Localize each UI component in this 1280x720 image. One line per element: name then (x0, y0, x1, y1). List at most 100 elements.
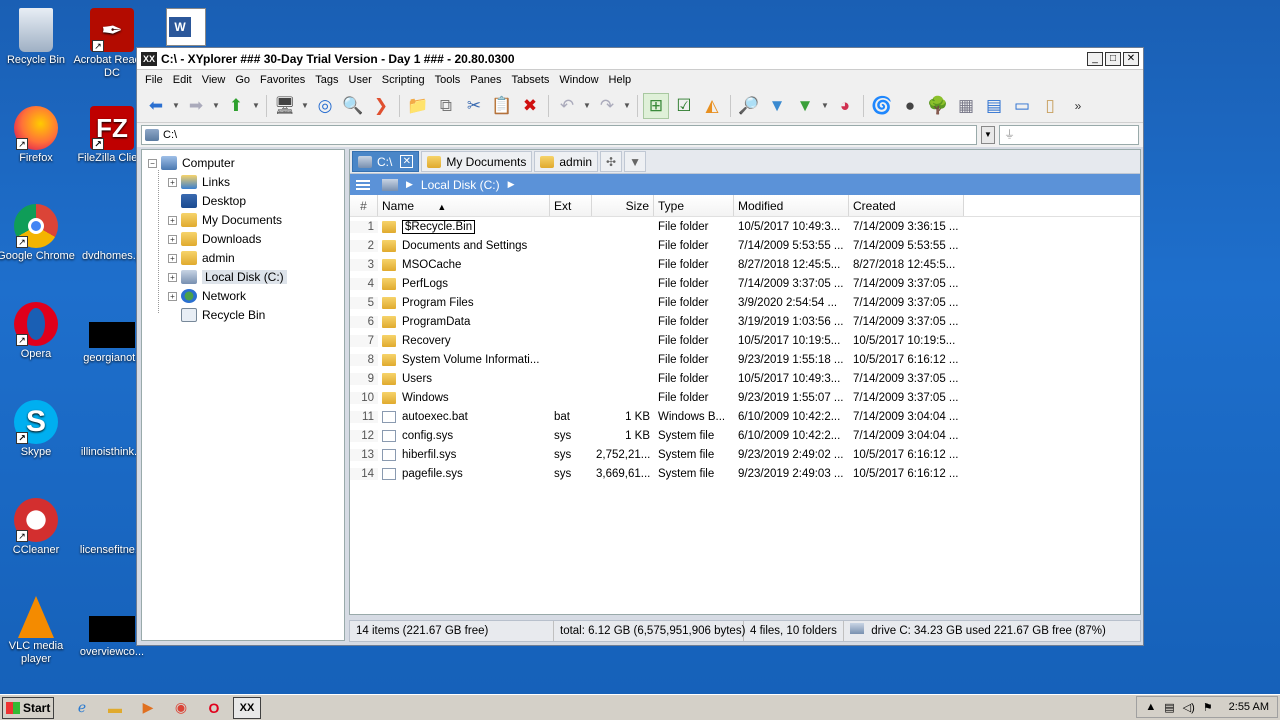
tree-icon[interactable]: 🌳 (925, 93, 951, 119)
hamburger-menu-icon[interactable] (356, 179, 370, 190)
expand-icon[interactable]: + (168, 291, 177, 301)
volume-icon[interactable]: ◁) (1183, 701, 1195, 714)
table-row[interactable]: 3 MSOCache File folder 8/27/2018 12:45:5...… (350, 255, 1140, 274)
table-row[interactable]: 8 System Volume Informati... File folder 9/… (350, 350, 1140, 369)
desktop-icon-opera[interactable]: ↗ Opera (0, 302, 76, 361)
table-row[interactable]: 10 Windows File folder 9/23/2019 1:55:07 ..… (350, 388, 1140, 407)
redo-dropdown-icon[interactable]: ▼ (622, 93, 632, 119)
file-name[interactable]: PerfLogs (378, 277, 550, 290)
menu-view[interactable]: View (198, 74, 232, 86)
up-arrow-icon[interactable]: ⬆ (223, 93, 249, 119)
tree-item-local-disk[interactable]: + Local Disk (C:) (168, 268, 287, 286)
copy-icon[interactable]: ⧉ (433, 93, 459, 119)
desktop-icon-firefox[interactable]: ↗ Firefox (0, 106, 76, 165)
forward-dropdown-icon[interactable]: ▼ (211, 93, 221, 119)
forward-arrow-icon[interactable]: ➡ (183, 93, 209, 119)
breadcrumb-chevron-icon[interactable]: ▶ (406, 179, 413, 190)
chrome-taskbar-icon[interactable]: ◉ (167, 697, 195, 719)
address-input[interactable]: C:\ (141, 125, 977, 145)
paste-icon[interactable]: 📋 (489, 93, 515, 119)
filter-dropdown-icon[interactable]: ▼ (820, 93, 830, 119)
collapse-icon[interactable]: − (148, 158, 157, 168)
pizza-icon[interactable]: ◭ (699, 93, 725, 119)
table-row[interactable]: 14 pagefile.sys sys 3,669,61... System file 9… (350, 464, 1140, 483)
search-circle-icon[interactable]: 🔍 (340, 93, 366, 119)
tab-close-icon[interactable]: ✕ (400, 155, 414, 168)
menu-favorites[interactable]: Favorites (256, 74, 311, 86)
tab-admin[interactable]: admin (534, 151, 599, 172)
media-player-icon[interactable]: ▶ (134, 697, 162, 719)
new-tab-icon[interactable]: ✣ (600, 151, 623, 172)
filter-icon[interactable]: ▼ (764, 93, 790, 119)
delete-icon[interactable]: ✖ (517, 93, 543, 119)
table-row[interactable]: 13 hiberfil.sys sys 2,752,21... System file 9… (350, 445, 1140, 464)
undo-dropdown-icon[interactable]: ▼ (582, 93, 592, 119)
tree-item-my-documents[interactable]: + My Documents (168, 211, 282, 229)
breadcrumb-local-disk[interactable]: Local Disk (C:) (421, 178, 500, 192)
desktop-icon-chrome[interactable]: ↗ Google Chrome (0, 204, 76, 263)
menu-help[interactable]: Help (605, 74, 638, 86)
opera-taskbar-icon[interactable]: O (200, 697, 228, 719)
minimize-button[interactable]: _ (1087, 51, 1103, 66)
menu-scripting[interactable]: Scripting (378, 74, 431, 86)
up-dropdown-icon[interactable]: ▼ (251, 93, 261, 119)
column-created[interactable]: Created (849, 195, 964, 216)
action-center-flag-icon[interactable]: ⚑ (1203, 701, 1213, 714)
new-folder-icon[interactable]: 📁 (405, 93, 431, 119)
column-name[interactable]: Name ▲ (378, 195, 550, 216)
computer-dropdown-icon[interactable]: ▼ (300, 93, 310, 119)
close-button[interactable]: ✕ (1123, 51, 1139, 66)
column-ext[interactable]: Ext (550, 195, 592, 216)
file-name[interactable]: Users (378, 372, 550, 385)
menu-tools[interactable]: Tools (431, 74, 467, 86)
table-row[interactable]: 2 Documents and Settings File folder 7/14/2… (350, 236, 1140, 255)
target-icon[interactable]: ◎ (312, 93, 338, 119)
tab-my-documents[interactable]: My Documents (421, 151, 533, 172)
dark-mode-icon[interactable]: ● (897, 93, 923, 119)
file-name[interactable]: System Volume Informati... (378, 353, 550, 366)
color-filter-icon[interactable]: ◕ (832, 93, 858, 119)
maximize-button[interactable]: □ (1105, 51, 1121, 66)
file-name[interactable]: hiberfil.sys (378, 448, 550, 461)
file-name[interactable]: config.sys (378, 429, 550, 442)
table-row[interactable]: 12 config.sys sys 1 KB System file 6/10/2009 … (350, 426, 1140, 445)
start-button[interactable]: Start (2, 696, 54, 719)
address-dropdown-icon[interactable]: ▼ (981, 126, 995, 144)
network-tray-icon[interactable]: ▤ (1164, 701, 1174, 714)
find-icon[interactable]: 🔎 (736, 93, 762, 119)
table-row[interactable]: 6 ProgramData File folder 3/19/2019 1:03:56… (350, 312, 1140, 331)
goto-circle-icon[interactable]: ❯ (368, 93, 394, 119)
tray-expand-icon[interactable]: ▲ (1145, 701, 1156, 713)
table-row[interactable]: 5 Program Files File folder 3/9/2020 2:54:5… (350, 293, 1140, 312)
xyplorer-app-icon[interactable]: XX (141, 51, 157, 66)
file-name[interactable]: autoexec.bat (378, 410, 550, 423)
file-name[interactable]: Program Files (378, 296, 550, 309)
file-name[interactable]: Documents and Settings (378, 239, 550, 252)
expand-icon[interactable]: + (168, 177, 177, 187)
preview-icon[interactable]: ▯ (1037, 93, 1063, 119)
file-name[interactable]: Recovery (378, 334, 550, 347)
column-modified[interactable]: Modified (734, 195, 849, 216)
desktop-icon-recycle-bin[interactable]: Recycle Bin (0, 8, 76, 67)
tab-list-dropdown-icon[interactable]: ▼ (624, 151, 647, 172)
back-dropdown-icon[interactable]: ▼ (171, 93, 181, 119)
menu-tabsets[interactable]: Tabsets (507, 74, 555, 86)
tree-item-downloads[interactable]: + Downloads (168, 230, 261, 248)
table-row[interactable]: 11 autoexec.bat bat 1 KB Windows B... 6/10/20… (350, 407, 1140, 426)
tree-toggle-icon[interactable]: ⊞ (643, 92, 669, 119)
green-filter-icon[interactable]: ▼ (792, 93, 818, 119)
tree-item-computer[interactable]: − Computer (148, 154, 235, 172)
tree-item-links[interactable]: + Links (168, 173, 230, 191)
computer-icon[interactable]: 🖥 (272, 93, 298, 119)
redo-icon[interactable]: ↷ (594, 93, 620, 119)
xyplorer-taskbar-icon[interactable]: XX (233, 696, 261, 719)
table-row[interactable]: 1 $Recycle.Bin File folder 10/5/2017 10:49:… (350, 217, 1140, 236)
spiral-icon[interactable]: 🌀 (869, 93, 895, 119)
file-name[interactable]: $Recycle.Bin (378, 219, 550, 234)
table-row[interactable]: 4 PerfLogs File folder 7/14/2009 3:37:05 ..… (350, 274, 1140, 293)
file-name[interactable]: ProgramData (378, 315, 550, 328)
menu-panes[interactable]: Panes (466, 74, 507, 86)
column-num[interactable]: # (350, 195, 378, 216)
explorer-folder-icon[interactable]: ▬ (101, 697, 129, 719)
thumbnails-icon[interactable]: ▦ (953, 93, 979, 119)
